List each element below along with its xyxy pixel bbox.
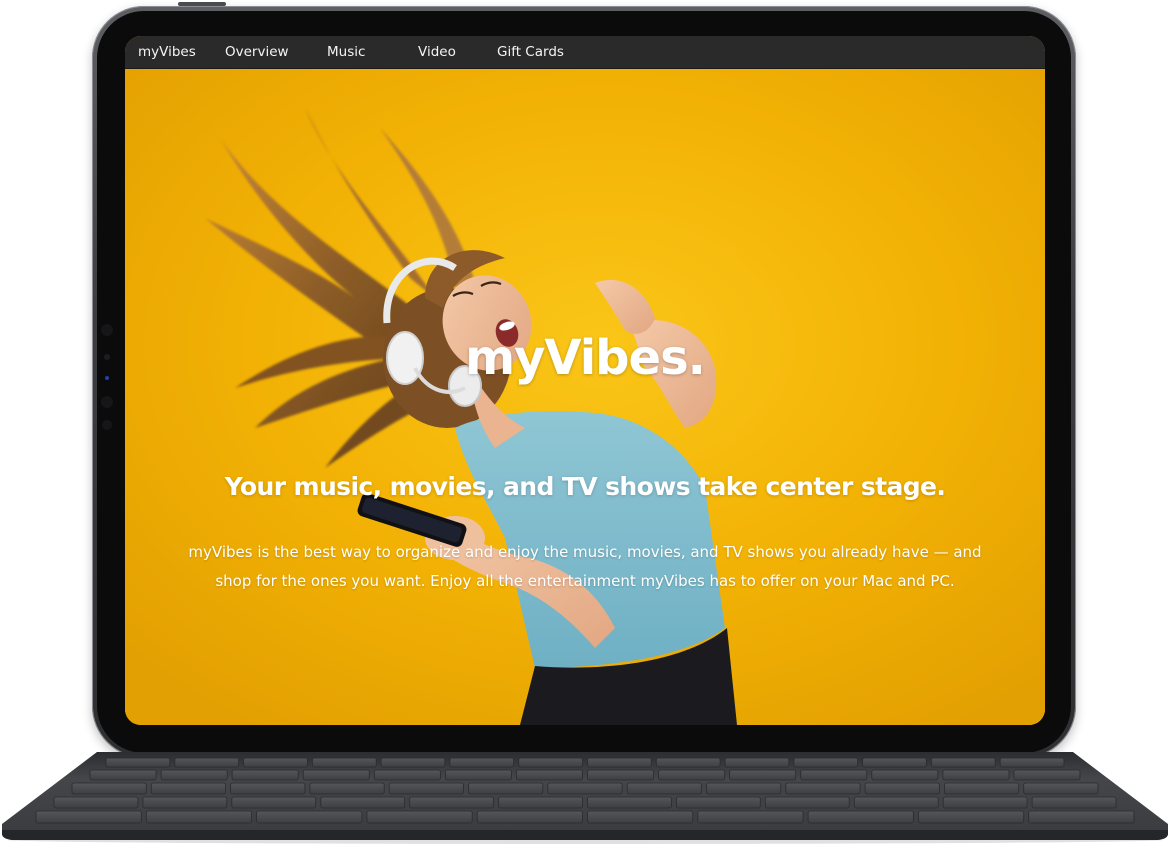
keyboard-key	[409, 796, 495, 809]
keyboard-key	[231, 796, 317, 809]
keyboard-key	[785, 782, 861, 795]
keyboard-key	[655, 757, 721, 768]
keyboard-key	[71, 782, 147, 795]
keyboard-key	[150, 782, 227, 795]
keyboard-key	[89, 769, 157, 781]
keyboard-key	[105, 757, 171, 768]
smart-keyboard	[2, 752, 1168, 840]
keyboard-key	[160, 769, 228, 781]
keyboard-key	[764, 796, 850, 809]
keyboard-key	[658, 769, 726, 781]
keyboard-key	[942, 769, 1010, 781]
keyboard-key	[449, 757, 515, 768]
keyboard-key	[999, 757, 1065, 768]
keyboard-key	[1031, 796, 1117, 809]
keyboard-key	[256, 810, 363, 824]
keyboard-key	[516, 769, 583, 781]
keyboard-key	[942, 796, 1028, 809]
nav-item-gift-cards[interactable]: Gift Cards	[497, 36, 564, 68]
keyboard-key	[174, 757, 240, 768]
volume-button	[178, 2, 226, 6]
keyboard-key	[944, 782, 1020, 795]
keyboard-key	[35, 810, 142, 824]
keyboard-key	[724, 757, 790, 768]
keyboard-key	[468, 782, 544, 795]
hero-section: myVibes. Your music, movies, and TV show…	[125, 68, 1045, 725]
woman-dancing-with-headphones-photo	[125, 68, 1045, 725]
keyboard-key	[142, 796, 228, 809]
keyboard-key	[320, 796, 406, 809]
keyboard-key	[853, 796, 939, 809]
nav-item-overview[interactable]: Overview	[225, 36, 289, 68]
keyboard-key	[862, 757, 927, 768]
keyboard-key	[626, 782, 702, 795]
front-camera-icon	[101, 324, 113, 336]
keyboard-key	[53, 796, 139, 809]
nav-item-music[interactable]: Music	[327, 36, 365, 68]
keyboard-key	[444, 769, 512, 781]
keyboard-key	[243, 757, 308, 768]
nav-item-myvibes[interactable]: myVibes	[138, 36, 196, 68]
keyboard-key	[800, 769, 868, 781]
keyboard-key	[230, 782, 306, 795]
keyboard-key	[1023, 782, 1099, 795]
keyboard-key	[729, 769, 797, 781]
keyboard-key	[388, 782, 464, 795]
keyboard-key	[697, 810, 804, 824]
keyboard-key	[1013, 769, 1081, 781]
keyboard-key	[373, 769, 441, 781]
keyboard-key	[676, 796, 761, 809]
keyboard-key	[807, 810, 914, 824]
hero-heading: Your music, movies, and TV shows take ce…	[224, 472, 946, 501]
hero-description: myVibes is the best way to organize and …	[155, 538, 1015, 596]
hero-description-line: myVibes is the best way to organize and …	[188, 543, 982, 561]
keyboard-key	[302, 769, 370, 781]
keyboard-key	[931, 757, 996, 768]
top-navbar: myVibes Overview Music Video Gift Cards	[125, 36, 1045, 69]
keyboard-key	[231, 769, 299, 781]
keyboard-key	[476, 810, 583, 824]
keyboard-key	[871, 769, 939, 781]
keyboard-key	[309, 782, 385, 795]
keyboard-key	[587, 810, 694, 824]
keyboard-key	[1028, 810, 1135, 824]
keyboard-key	[587, 769, 654, 781]
mockup-stage: myVibes. Your music, movies, and TV show…	[0, 0, 1170, 848]
keyboard-key	[918, 810, 1025, 824]
keyboard-key	[793, 757, 859, 768]
sensor-icon	[104, 354, 110, 360]
keyboard-key	[498, 796, 583, 809]
keyboard-key	[311, 757, 377, 768]
keyboard-key	[518, 757, 583, 768]
keyboard-key	[145, 810, 253, 824]
nav-item-video[interactable]: Video	[418, 36, 456, 68]
tablet-screen: myVibes. Your music, movies, and TV show…	[125, 36, 1045, 725]
sensor-icon	[101, 396, 113, 408]
keyboard-key	[547, 782, 623, 795]
keyboard-key	[587, 796, 672, 809]
keyboard-key	[864, 782, 940, 795]
keyboard-key	[706, 782, 782, 795]
sensor-icon	[105, 376, 109, 380]
hero-description-line: shop for the ones you want. Enjoy all th…	[215, 572, 955, 590]
keyboard-key	[380, 757, 446, 768]
hero-brand-title: myVibes.	[465, 330, 706, 386]
keyboard-key	[587, 757, 652, 768]
sensor-icon	[102, 420, 112, 430]
keyboard-key	[366, 810, 473, 824]
